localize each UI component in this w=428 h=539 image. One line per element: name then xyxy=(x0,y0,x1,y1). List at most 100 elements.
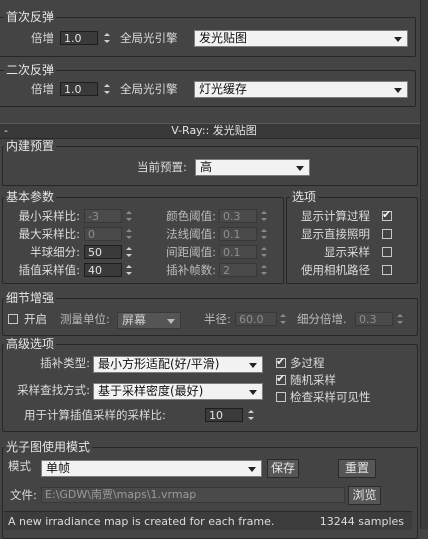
preset-title: 内建预置 xyxy=(4,139,57,153)
randomize-samples-label: 随机采样 xyxy=(290,373,336,387)
mode-select[interactable]: 单帧 xyxy=(41,460,262,477)
primary-bounce-title: 首次反弹 xyxy=(4,10,57,24)
detail-on-checkbox[interactable] xyxy=(8,314,18,324)
panel-scrollbar[interactable] xyxy=(420,0,428,529)
clr-thresh-label: 颜色阈值: xyxy=(166,209,216,223)
min-rate-spinner[interactable] xyxy=(125,209,134,223)
calc-interp-samples-label: 用于计算插值采样的采样比: xyxy=(24,408,166,422)
dist-thresh-input[interactable]: 0.1 xyxy=(219,245,257,259)
chevron-down-icon xyxy=(296,166,304,171)
interp-samples-spinner[interactable] xyxy=(125,263,134,277)
file-label: 文件: xyxy=(10,488,37,502)
randomize-samples-checkbox[interactable]: ✔ xyxy=(276,372,286,385)
show-direct-checkbox[interactable] xyxy=(382,229,392,239)
rollout-collapse-icon: - xyxy=(4,124,8,137)
use-camera-path-label: 使用相机路径 xyxy=(301,263,370,277)
detail-on-label: 开启 xyxy=(24,312,47,326)
file-path-field[interactable]: E:\GDW\南贾\maps\1.vrmap xyxy=(41,487,345,503)
nrm-thresh-input[interactable]: 0.1 xyxy=(219,227,257,241)
multipass-checkbox[interactable]: ✔ xyxy=(276,355,286,368)
radius-label: 半径: xyxy=(204,312,231,326)
check-icon: ✔ xyxy=(276,355,286,368)
options-title: 选项 xyxy=(290,190,319,204)
primary-multiplier-spinner[interactable] xyxy=(103,31,112,45)
radius-input[interactable]: 60.0 xyxy=(235,312,277,326)
chevron-down-icon xyxy=(167,319,175,324)
primary-engine-value: 发光贴图 xyxy=(199,31,248,45)
subdivs-mult-spinner[interactable] xyxy=(396,312,405,326)
status-text: A new irradiance map is created for each… xyxy=(8,515,275,528)
interp-frames-label: 插补帧数: xyxy=(166,263,216,277)
current-preset-value: 高 xyxy=(200,160,213,174)
secondary-multiplier-label: 倍增 xyxy=(31,82,54,96)
mode-value: 单帧 xyxy=(46,461,71,475)
interp-type-label: 插补类型: xyxy=(40,356,90,370)
browse-button[interactable]: 浏览 xyxy=(348,486,381,505)
chevron-down-icon xyxy=(249,363,257,368)
show-samples-checkbox[interactable] xyxy=(382,247,392,257)
irradiance-map-rollout-header[interactable]: - V-Ray:: 发光贴图 xyxy=(0,123,428,139)
radius-spinner[interactable] xyxy=(279,312,288,326)
primary-multiplier-input[interactable]: 1.0 xyxy=(60,31,98,45)
mode-label: 模式 xyxy=(8,459,31,473)
current-preset-label: 当前预置: xyxy=(137,160,187,174)
interp-samples-input[interactable]: 40 xyxy=(84,263,122,277)
hsph-subdivs-spinner[interactable] xyxy=(125,245,134,259)
secondary-engine-select[interactable]: 灯光缓存 xyxy=(194,81,408,98)
show-calc-label: 显示计算过程 xyxy=(301,209,370,223)
secondary-multiplier-spinner[interactable] xyxy=(103,82,112,96)
dist-thresh-spinner[interactable] xyxy=(260,245,269,259)
scale-select[interactable]: 屏幕 xyxy=(117,312,181,329)
dist-thresh-label: 间距阈值: xyxy=(166,245,216,259)
clr-thresh-spinner[interactable] xyxy=(260,209,269,223)
secondary-engine-value: 灯光缓存 xyxy=(199,82,248,96)
primary-multiplier-label: 倍增 xyxy=(31,31,54,45)
mode-title: 光子图使用模式 xyxy=(4,440,93,454)
interp-type-value: 最小方形适配(好/平滑) xyxy=(98,357,220,371)
nrm-thresh-label: 法线阈值: xyxy=(166,227,216,241)
lookup-value: 基于采样密度(最好) xyxy=(98,384,204,398)
advanced-title: 高级选项 xyxy=(4,337,57,351)
rollout-title: V-Ray:: 发光贴图 xyxy=(171,124,257,137)
secondary-bounce-title: 二次反弹 xyxy=(4,63,57,77)
chevron-down-icon xyxy=(394,88,402,93)
subdivs-mult-label: 细分倍增. xyxy=(297,312,347,326)
calc-interp-samples-input[interactable]: 10 xyxy=(205,408,243,422)
primary-engine-select[interactable]: 发光贴图 xyxy=(194,30,408,47)
chevron-down-icon xyxy=(249,390,257,395)
status-bar: A new irradiance map is created for each… xyxy=(4,511,412,530)
interp-frames-spinner[interactable] xyxy=(260,263,269,277)
calc-interp-samples-spinner[interactable] xyxy=(247,408,256,422)
save-button[interactable]: 保存 xyxy=(267,459,299,478)
basic-params-title: 基本参数 xyxy=(4,190,57,204)
show-calc-checkbox[interactable]: ✔ xyxy=(382,208,392,221)
multipass-label: 多过程 xyxy=(290,356,325,370)
interp-type-select[interactable]: 最小方形适配(好/平滑) xyxy=(93,356,263,373)
chevron-down-icon xyxy=(394,37,402,42)
check-sample-visibility-checkbox[interactable] xyxy=(276,392,286,402)
interp-frames-input[interactable]: 2 xyxy=(219,263,257,277)
clr-thresh-input[interactable]: 0.3 xyxy=(219,209,257,223)
hsph-subdivs-input[interactable]: 50 xyxy=(84,245,122,259)
use-camera-path-checkbox[interactable] xyxy=(382,265,392,275)
hsph-subdivs-label: 半球细分: xyxy=(30,245,80,259)
chevron-down-icon xyxy=(248,467,256,472)
secondary-engine-label: 全局光引擎 xyxy=(120,82,178,96)
show-samples-label: 显示采样 xyxy=(324,245,370,259)
min-rate-input[interactable]: -3 xyxy=(84,209,122,223)
max-rate-input[interactable]: 0 xyxy=(84,227,122,241)
reset-button[interactable]: 重置 xyxy=(338,459,376,478)
interp-samples-label: 插值采样值: xyxy=(18,263,80,277)
lookup-select[interactable]: 基于采样密度(最好) xyxy=(93,383,263,400)
secondary-multiplier-input[interactable]: 1.0 xyxy=(60,82,98,96)
max-rate-label: 最大采样比: xyxy=(18,227,80,241)
check-icon: ✔ xyxy=(382,208,392,221)
scale-value: 屏幕 xyxy=(122,313,147,327)
subdivs-mult-input[interactable]: 0.3 xyxy=(355,312,393,326)
nrm-thresh-spinner[interactable] xyxy=(260,227,269,241)
primary-engine-label: 全局光引擎 xyxy=(120,31,178,45)
current-preset-select[interactable]: 高 xyxy=(195,159,310,176)
samples-count: 13244 samples xyxy=(319,515,404,528)
max-rate-spinner[interactable] xyxy=(125,227,134,241)
min-rate-label: 最小采样比: xyxy=(18,209,80,223)
